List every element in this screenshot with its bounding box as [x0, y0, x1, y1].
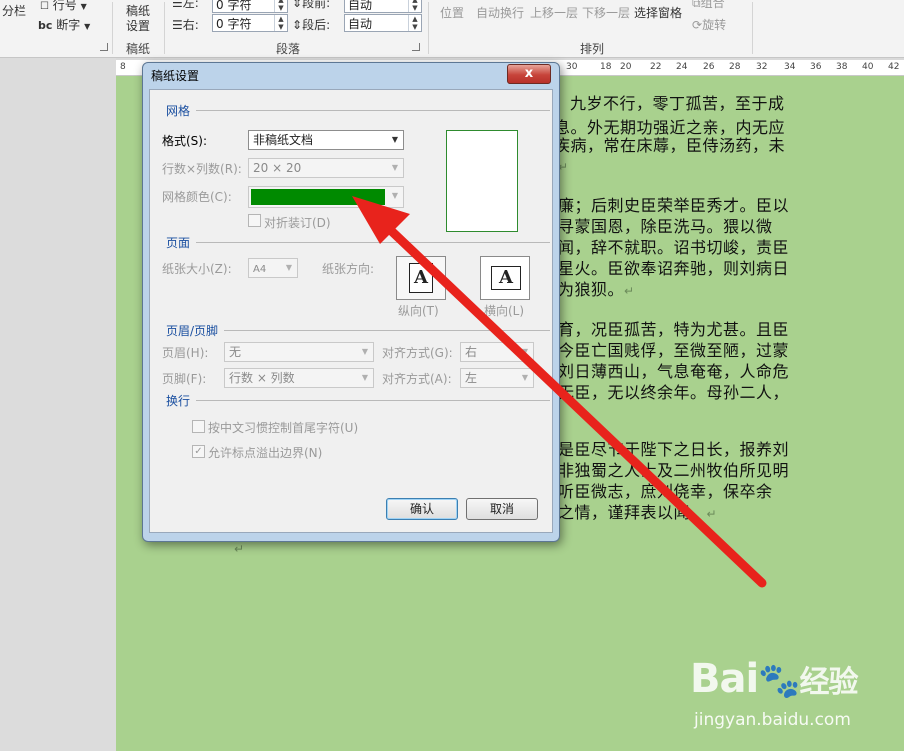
- watermark-url: jingyan.baidu.com: [694, 710, 851, 730]
- red-arrow-icon: [352, 196, 767, 588]
- baidu-logo: Bai🐾经验: [690, 656, 859, 702]
- paw-icon: 🐾: [758, 661, 800, 701]
- baidu-jingyan-watermark: Bai🐾经验 jingyan.baidu.com: [686, 652, 886, 742]
- annotation-arrow: [352, 196, 767, 588]
